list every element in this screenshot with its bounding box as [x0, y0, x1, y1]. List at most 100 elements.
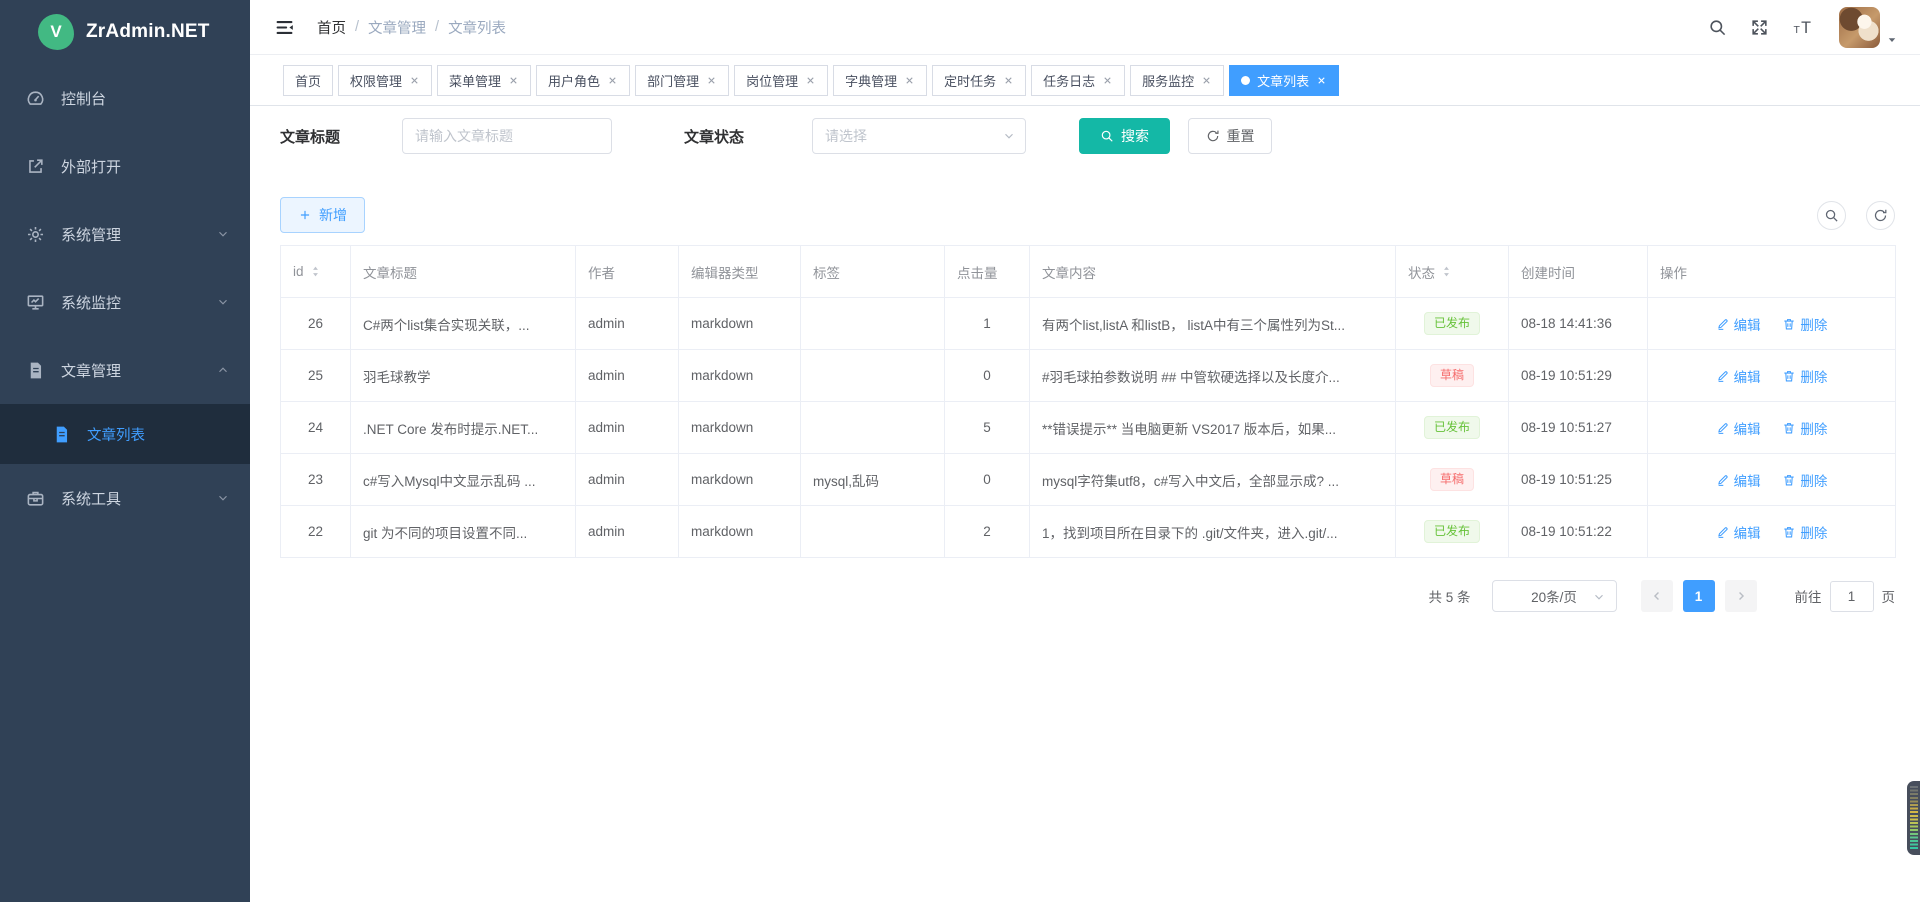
status-filter-select[interactable]: [812, 118, 1026, 154]
tab[interactable]: 菜单管理: [437, 65, 531, 96]
delete-link[interactable]: 删除: [1782, 314, 1827, 334]
user-menu[interactable]: [1839, 7, 1898, 48]
column-header[interactable]: 作者: [576, 246, 679, 298]
table-search-toggle-button[interactable]: [1817, 201, 1846, 230]
cell-content: 有两个list,listA 和listB， listA中有三个属性列为St...: [1030, 298, 1396, 350]
edit-link[interactable]: 编辑: [1716, 470, 1761, 490]
close-icon[interactable]: [1201, 75, 1212, 86]
tab-label: 字典管理: [845, 71, 897, 90]
tab-label: 任务日志: [1043, 71, 1095, 90]
breadcrumb-item[interactable]: 首页: [317, 17, 346, 38]
add-button[interactable]: 新增: [280, 197, 365, 233]
logo-icon: V: [38, 14, 74, 50]
avatar[interactable]: [1839, 7, 1880, 48]
reset-button[interactable]: 重置: [1188, 118, 1272, 154]
sidebar-item[interactable]: 系统监控: [0, 268, 250, 336]
sidebar-item[interactable]: 控制台: [0, 64, 250, 132]
fullscreen-icon[interactable]: [1750, 18, 1769, 37]
refresh-icon: [1206, 129, 1220, 143]
breadcrumb-separator: /: [355, 19, 359, 35]
cell-actions: 编辑 删除: [1648, 454, 1896, 506]
sidebar-item[interactable]: 文章管理: [0, 336, 250, 404]
edit-link[interactable]: 编辑: [1716, 366, 1761, 386]
reset-button-label: 重置: [1227, 126, 1255, 146]
arrow-right-icon: [1734, 589, 1748, 603]
close-icon[interactable]: [1316, 75, 1327, 86]
font-size-icon[interactable]: [1792, 18, 1816, 37]
tab[interactable]: 字典管理: [833, 65, 927, 96]
scrollbar-thumb[interactable]: [1907, 781, 1920, 855]
tab[interactable]: 用户角色: [536, 65, 630, 96]
table-header-row: id 文章标题: [281, 246, 1896, 298]
cell-tags: [801, 350, 945, 402]
sidebar-item[interactable]: 外部打开: [0, 132, 250, 200]
column-header[interactable]: 编辑器类型: [679, 246, 801, 298]
goto-page-input[interactable]: [1830, 581, 1874, 612]
search-icon[interactable]: [1708, 18, 1727, 37]
edit-link[interactable]: 编辑: [1716, 314, 1761, 334]
delete-link[interactable]: 删除: [1782, 522, 1827, 542]
tab[interactable]: 首页: [283, 65, 333, 96]
column-header[interactable]: 文章内容: [1030, 246, 1396, 298]
edit-link[interactable]: 编辑: [1716, 418, 1761, 438]
close-icon[interactable]: [607, 75, 618, 86]
close-icon[interactable]: [706, 75, 717, 86]
sort-icon[interactable]: [309, 265, 322, 278]
close-icon[interactable]: [409, 75, 420, 86]
cell-id: 26: [281, 298, 351, 350]
column-header[interactable]: 创建时间: [1509, 246, 1648, 298]
close-icon[interactable]: [508, 75, 519, 86]
edit-link[interactable]: 编辑: [1716, 522, 1761, 542]
column-header[interactable]: 点击量: [945, 246, 1030, 298]
tab[interactable]: 岗位管理: [734, 65, 828, 96]
sidebar-item[interactable]: 文章列表: [0, 404, 250, 464]
search-button[interactable]: 搜索: [1079, 118, 1170, 154]
tab[interactable]: 文章列表: [1229, 65, 1339, 96]
cell-title: 羽毛球教学: [351, 350, 576, 402]
delete-link[interactable]: 删除: [1782, 470, 1827, 490]
cell-tags: [801, 506, 945, 558]
status-select-input[interactable]: [812, 118, 1026, 154]
sidebar-item[interactable]: 系统管理: [0, 200, 250, 268]
topbar: 首页 / 文章管理 / 文章列表: [250, 0, 1920, 55]
tab[interactable]: 服务监控: [1130, 65, 1224, 96]
table-row: 25 羽毛球教学 admin markdown 0 #羽毛球拍参数说明 ## 中…: [281, 350, 1896, 402]
table-refresh-button[interactable]: [1866, 201, 1895, 230]
page-size-select[interactable]: 20条/页: [1492, 580, 1617, 612]
prev-page-button[interactable]: [1641, 580, 1673, 612]
delete-link-label: 删除: [1800, 418, 1827, 438]
close-icon[interactable]: [805, 75, 816, 86]
page-number-button[interactable]: 1: [1683, 580, 1715, 612]
trash-icon: [1782, 525, 1796, 539]
sort-icon[interactable]: [1440, 265, 1453, 278]
delete-link[interactable]: 删除: [1782, 366, 1827, 386]
tab[interactable]: 任务日志: [1031, 65, 1125, 96]
app-layout: V ZrAdmin.NET 控制台 外部打开 系统管理: [0, 0, 1920, 902]
delete-link[interactable]: 删除: [1782, 418, 1827, 438]
tab[interactable]: 部门管理: [635, 65, 729, 96]
column-header[interactable]: 标签: [801, 246, 945, 298]
cell-author: admin: [576, 506, 679, 558]
table-row: 24 .NET Core 发布时提示.NET... admin markdown…: [281, 402, 1896, 454]
close-icon[interactable]: [1102, 75, 1113, 86]
title-filter-input[interactable]: [402, 118, 612, 154]
status-badge: 已发布: [1424, 416, 1480, 439]
column-header[interactable]: id: [281, 246, 351, 298]
sidebar-collapse-icon[interactable]: [274, 17, 295, 38]
tab-label: 用户角色: [548, 71, 600, 90]
next-page-button[interactable]: [1725, 580, 1757, 612]
breadcrumb-item[interactable]: 文章列表: [448, 17, 506, 38]
tab[interactable]: 定时任务: [932, 65, 1026, 96]
close-icon[interactable]: [1003, 75, 1014, 86]
breadcrumb-item[interactable]: 文章管理: [368, 17, 426, 38]
column-header-label: id: [293, 264, 304, 279]
column-header-label: 点击量: [957, 262, 998, 282]
sidebar-item[interactable]: 系统工具: [0, 464, 250, 532]
column-header[interactable]: 状态: [1396, 246, 1509, 298]
column-header[interactable]: 文章标题: [351, 246, 576, 298]
column-header[interactable]: 操作: [1648, 246, 1896, 298]
close-icon[interactable]: [904, 75, 915, 86]
tab[interactable]: 权限管理: [338, 65, 432, 96]
cell-content: #羽毛球拍参数说明 ## 中管软硬选择以及长度介...: [1030, 350, 1396, 402]
chevron-down-icon: [216, 295, 230, 309]
